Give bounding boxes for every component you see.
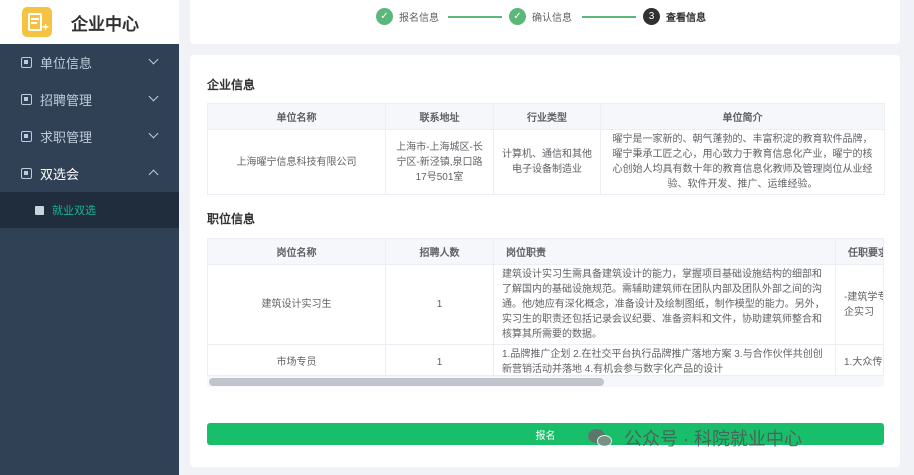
table-row: 建筑设计实习生 1 建筑设计实习生需具备建筑设计的能力，掌握项目基础设施结构的细… [207,264,883,345]
check-icon: ✓ [376,8,393,25]
step-label: 报名信息 [399,13,439,24]
column-header: 岗位名称 [207,238,386,265]
section-title-company: 企业信息 [207,78,256,92]
steps-bar: ✓ 报名信息 ✓ 确认信息 3 查看信息 [190,0,900,44]
step-connector [582,16,636,18]
company-name: 上海曜宁信息科技有限公司 [207,129,386,195]
chevron-down-icon [148,128,159,139]
main-card: 企业信息 单位名称 联系地址 行业类型 单位简介 上海曜宁信息科技有限公司 上海… [190,55,900,467]
submenu: 就业双选 [0,192,179,228]
position-name: 建筑设计实习生 [207,264,386,345]
column-header: 单位名称 [207,103,386,130]
scrollbar-thumb[interactable] [209,378,604,386]
job-search-icon [21,131,32,142]
fair-icon [21,168,32,179]
column-header: 行业类型 [493,103,601,130]
sidebar-menu: 单位信息 招聘管理 求职管理 双选会 就业双选 [0,44,179,228]
watermark: 公众号 · 科院就业中心 [588,425,802,451]
sidebar: + 企业中心 单位信息 招聘管理 求职管理 双选会 就业双选 [0,0,179,475]
recruit-icon [21,94,32,105]
positions-table-scroll[interactable]: 岗位名称 招聘人数 岗位职责 任职要求 建筑设计实习生 1 建筑设计实习生需具备… [207,238,884,387]
menu-item-icon [35,205,44,215]
sidebar-item-label: 单位信息 [40,56,93,71]
column-header: 招聘人数 [385,238,494,265]
column-header: 联系地址 [385,103,494,130]
column-header: 单位简介 [600,103,885,130]
position-requirement: -建筑学专业 文口语及 d，sket 外企实习 [835,264,883,345]
wechat-icon [588,427,614,449]
positions-table: 岗位名称 招聘人数 岗位职责 任职要求 建筑设计实习生 1 建筑设计实习生需具备… [207,238,883,380]
section-title-positions: 职位信息 [207,212,256,226]
sidebar-item-job-fair[interactable]: 双选会 [0,155,179,192]
sidebar-item-label: 招聘管理 [40,93,93,108]
table-header-row: 单位名称 联系地址 行业类型 单位简介 [207,103,885,130]
column-header: 岗位职责 [493,238,836,265]
logo-icon: + [22,7,52,37]
position-count: 1 [385,264,494,345]
sidebar-item-job-search[interactable]: 求职管理 [0,118,179,155]
sidebar-subitem-label: 就业双选 [52,205,96,217]
chevron-down-icon [148,54,159,65]
sidebar-item-label: 求职管理 [40,130,93,145]
brand-header: + 企业中心 [0,0,179,44]
step-label: 确认信息 [532,13,572,24]
table-header-row: 岗位名称 招聘人数 岗位职责 任职要求 [207,238,883,265]
sidebar-item-recruitment[interactable]: 招聘管理 [0,81,179,118]
step-1: ✓ 报名信息 [376,8,439,25]
check-icon: ✓ [509,8,526,25]
company-address: 上海市-上海城区-长宁区-新泾镇,泉口路17号501室 [385,129,494,195]
table-row: 上海曜宁信息科技有限公司 上海市-上海城区-长宁区-新泾镇,泉口路17号501室… [207,129,885,195]
sidebar-item-company-info[interactable]: 单位信息 [0,44,179,81]
company-intro: 曜宁是一家新的、朝气蓬勃的、丰富积淀的教育软件品牌，曜宁秉承工匠之心，用心致力于… [600,129,885,195]
chevron-up-icon [148,169,159,180]
position-duty: 建筑设计实习生需具备建筑设计的能力，掌握项目基础设施结构的细部和了解国内的基础设… [493,264,836,345]
watermark-text: 公众号 · 科院就业中心 [624,429,802,449]
company-industry: 计算机、通信和其他电子设备制造业 [493,129,601,195]
sidebar-item-label: 双选会 [40,167,80,182]
step-number: 3 [643,8,660,25]
step-3: 3 查看信息 [643,8,706,25]
company-table: 单位名称 联系地址 行业类型 单位简介 上海曜宁信息科技有限公司 上海市-上海城… [207,103,885,195]
horizontal-scrollbar[interactable] [207,375,884,387]
step-label: 查看信息 [666,13,706,24]
step-connector [448,16,502,18]
info-icon [21,57,32,68]
brand-title: 企业中心 [71,14,139,34]
step-2: ✓ 确认信息 [509,8,572,25]
chevron-down-icon [148,91,159,102]
column-header: 任职要求 [835,238,883,265]
sidebar-subitem-employment-fair[interactable]: 就业双选 [0,192,179,228]
